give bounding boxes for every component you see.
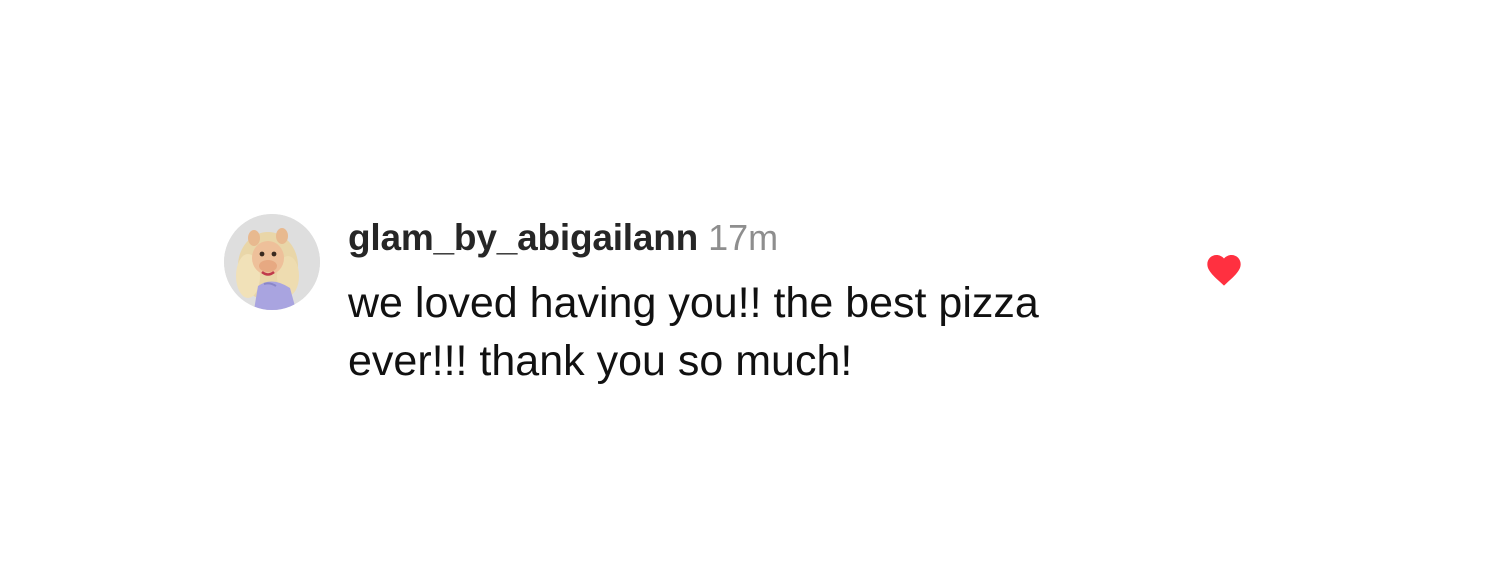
username-link[interactable]: glam_by_abigailann <box>348 217 698 258</box>
comment-timestamp: 17m <box>708 217 779 258</box>
comment-meta: glam_by_abigailann 17m <box>348 216 1178 260</box>
comment-item: glam_by_abigailann 17m we loved having yo… <box>224 214 1264 404</box>
like-button[interactable] <box>1204 250 1244 290</box>
avatar[interactable] <box>224 214 320 310</box>
heart-filled-icon <box>1207 255 1241 286</box>
comment-text: we loved having you!! the best pizza eve… <box>348 279 1039 385</box>
comment-body: glam_by_abigailann 17m we loved having yo… <box>348 216 1178 390</box>
avatar-image <box>224 214 320 310</box>
